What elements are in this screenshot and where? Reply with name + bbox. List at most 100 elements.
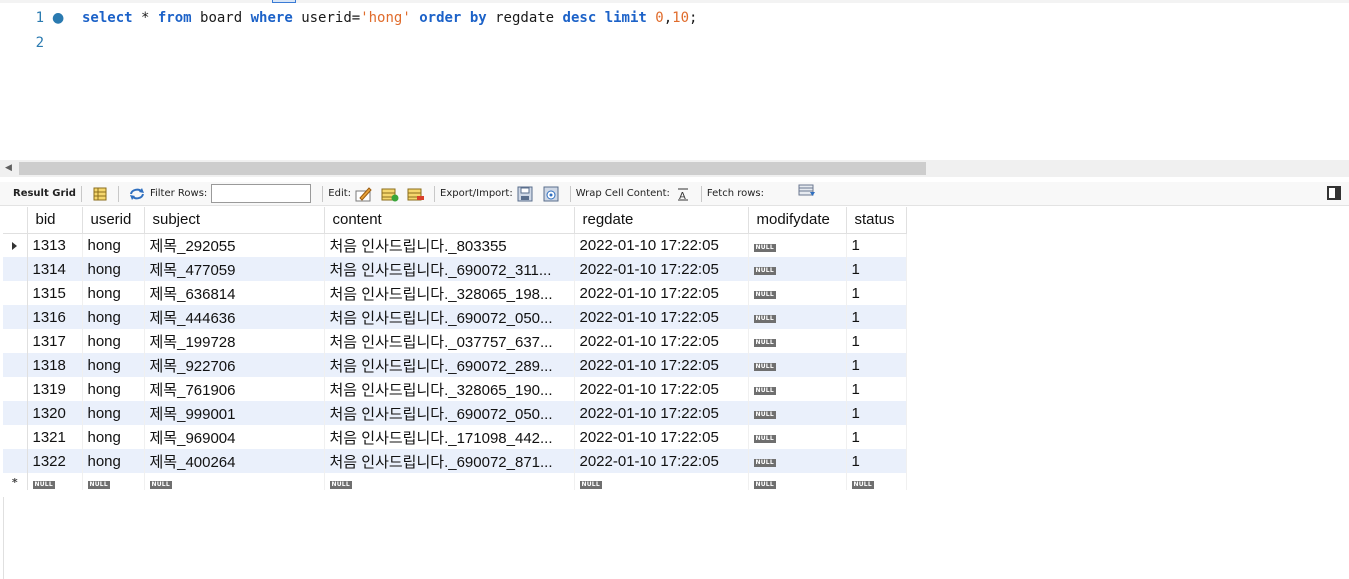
row-marker[interactable] [3, 401, 28, 425]
cell-bid[interactable]: 1316 [27, 305, 83, 329]
row-marker[interactable]: * [3, 473, 28, 490]
cell-subject[interactable]: 제목_477059 [144, 257, 325, 281]
column-header-content[interactable]: content [324, 207, 575, 234]
cell-modifydate[interactable]: NULL [748, 377, 847, 401]
row-marker[interactable] [3, 257, 28, 281]
table-row[interactable]: 1321 hong 제목_969004 처음 인사드립니다._171098_442..… [3, 425, 907, 449]
cell-userid[interactable]: hong [82, 377, 145, 401]
cell-bid[interactable]: 1313 [27, 233, 83, 257]
table-row[interactable]: 1319 hong 제목_761906 처음 인사드립니다._328065_190..… [3, 377, 907, 401]
cell-modifydate[interactable]: NULL [748, 449, 847, 473]
cell-userid[interactable]: hong [82, 281, 145, 305]
table-row[interactable]: 1315 hong 제목_636814 처음 인사드립니다._328065_198..… [3, 281, 907, 305]
scrollbar-thumb[interactable] [19, 162, 926, 175]
table-row[interactable]: 1322 hong 제목_400264 처음 인사드립니다._690072_871..… [3, 449, 907, 473]
cell-status[interactable]: 1 [846, 401, 907, 425]
grid-view-icon[interactable] [91, 186, 109, 202]
cell-userid[interactable]: hong [82, 353, 145, 377]
cell-modifydate[interactable]: NULL [748, 401, 847, 425]
cell-modifydate[interactable]: NULL [748, 305, 847, 329]
cell-status[interactable]: 1 [846, 377, 907, 401]
cell-userid[interactable]: hong [82, 257, 145, 281]
cell-userid[interactable]: hong [82, 449, 145, 473]
column-header-subject[interactable]: subject [144, 207, 325, 234]
wrap-text-icon[interactable]: A [674, 186, 692, 202]
cell-modifydate[interactable]: NULL [748, 281, 847, 305]
cell-subject[interactable]: 제목_292055 [144, 233, 325, 257]
cell-bid[interactable]: 1319 [27, 377, 83, 401]
cell-regdate[interactable]: 2022-01-10 17:22:05 [574, 305, 749, 329]
cell-userid[interactable]: hong [82, 329, 145, 353]
cell-regdate[interactable]: 2022-01-10 17:22:05 [574, 425, 749, 449]
cell-bid[interactable]: 1315 [27, 281, 83, 305]
cell-regdate[interactable]: 2022-01-10 17:22:05 [574, 353, 749, 377]
cell-content[interactable]: 처음 인사드립니다._690072_050... [324, 305, 575, 329]
cell-content[interactable]: 처음 인사드립니다._690072_050... [324, 401, 575, 425]
table-row[interactable]: 1318 hong 제목_922706 처음 인사드립니다._690072_289..… [3, 353, 907, 377]
column-header-bid[interactable]: bid [27, 207, 83, 234]
cell-regdate[interactable]: 2022-01-10 17:22:05 [574, 233, 749, 257]
new-row-cell[interactable]: NULL [846, 473, 907, 490]
column-header-regdate[interactable]: regdate [574, 207, 749, 234]
cell-regdate[interactable]: 2022-01-10 17:22:05 [574, 377, 749, 401]
cell-userid[interactable]: hong [82, 425, 145, 449]
editor-horizontal-scrollbar[interactable]: ◀ [0, 160, 1349, 177]
cell-status[interactable]: 1 [846, 425, 907, 449]
cell-subject[interactable]: 제목_400264 [144, 449, 325, 473]
cell-content[interactable]: 처음 인사드립니다._328065_190... [324, 377, 575, 401]
cell-bid[interactable]: 1320 [27, 401, 83, 425]
table-row[interactable]: 1316 hong 제목_444636 처음 인사드립니다._690072_050..… [3, 305, 907, 329]
cell-subject[interactable]: 제목_761906 [144, 377, 325, 401]
cell-regdate[interactable]: 2022-01-10 17:22:05 [574, 401, 749, 425]
new-row-cell[interactable]: NULL [324, 473, 575, 490]
edit-row-icon[interactable] [355, 186, 373, 202]
new-row-cell[interactable]: NULL [27, 473, 83, 490]
cell-subject[interactable]: 제목_922706 [144, 353, 325, 377]
cell-status[interactable]: 1 [846, 449, 907, 473]
cell-userid[interactable]: hong [82, 233, 145, 257]
row-marker[interactable] [3, 305, 28, 329]
cell-content[interactable]: 처음 인사드립니다._328065_198... [324, 281, 575, 305]
cell-subject[interactable]: 제목_199728 [144, 329, 325, 353]
row-marker[interactable] [3, 233, 28, 257]
cell-userid[interactable]: hong [82, 401, 145, 425]
new-row-cell[interactable]: NULL [144, 473, 325, 490]
row-marker[interactable] [3, 329, 28, 353]
cell-status[interactable]: 1 [846, 329, 907, 353]
new-row-cell[interactable]: NULL [574, 473, 749, 490]
insert-row-icon[interactable] [381, 186, 399, 202]
cell-subject[interactable]: 제목_444636 [144, 305, 325, 329]
toggle-side-panel-icon[interactable] [1327, 186, 1341, 200]
new-row-cell[interactable]: NULL [748, 473, 847, 490]
cell-userid[interactable]: hong [82, 305, 145, 329]
cell-bid[interactable]: 1314 [27, 257, 83, 281]
result-grid[interactable]: bid userid subject content regdate modif… [3, 207, 907, 490]
column-header-modifydate[interactable]: modifydate [748, 207, 847, 234]
code-line-2[interactable]: 2 [0, 30, 1349, 55]
cell-regdate[interactable]: 2022-01-10 17:22:05 [574, 449, 749, 473]
scroll-left-arrow-icon[interactable]: ◀ [5, 162, 15, 175]
sql-query-text[interactable]: select * from board where userid='hong' … [82, 10, 697, 26]
cell-modifydate[interactable]: NULL [748, 257, 847, 281]
cell-regdate[interactable]: 2022-01-10 17:22:05 [574, 281, 749, 305]
cell-modifydate[interactable]: NULL [748, 425, 847, 449]
table-row[interactable]: 1313 hong 제목_292055 처음 인사드립니다._803355 2022-0… [3, 233, 907, 257]
cell-content[interactable]: 처음 인사드립니다._690072_871... [324, 449, 575, 473]
cell-subject[interactable]: 제목_999001 [144, 401, 325, 425]
cell-subject[interactable]: 제목_636814 [144, 281, 325, 305]
code-line-1[interactable]: 1 ● select * from board where userid='ho… [0, 5, 1349, 30]
cell-content[interactable]: 처음 인사드립니다._690072_311... [324, 257, 575, 281]
cell-regdate[interactable]: 2022-01-10 17:22:05 [574, 257, 749, 281]
cell-bid[interactable]: 1321 [27, 425, 83, 449]
fetch-next-rows-icon[interactable] [798, 183, 816, 199]
refresh-icon[interactable] [128, 186, 146, 202]
cell-bid[interactable]: 1318 [27, 353, 83, 377]
cell-bid[interactable]: 1322 [27, 449, 83, 473]
cell-status[interactable]: 1 [846, 257, 907, 281]
cell-status[interactable]: 1 [846, 353, 907, 377]
column-header-status[interactable]: status [846, 207, 907, 234]
import-icon[interactable] [543, 186, 561, 202]
cell-content[interactable]: 처음 인사드립니다._803355 [324, 233, 575, 257]
delete-row-icon[interactable] [407, 186, 425, 202]
export-icon[interactable] [517, 186, 535, 202]
